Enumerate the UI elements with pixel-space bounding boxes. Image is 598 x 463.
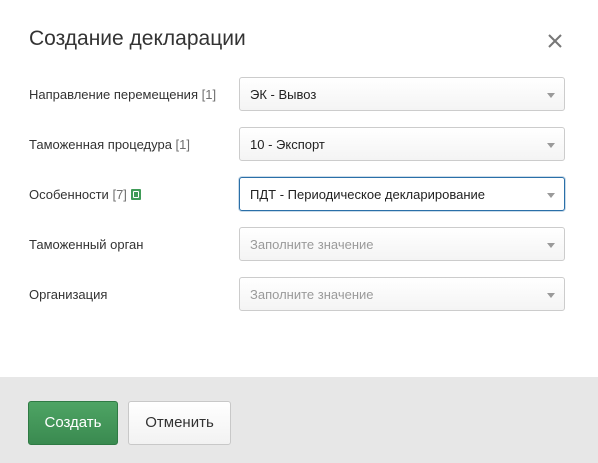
- features-select[interactable]: ПДТ - Периодическое декларирование: [239, 177, 565, 211]
- field-row-customs-office: Таможенный орган Заполните значение: [0, 227, 598, 261]
- field-row-features: Особенности [7] ПДТ - Периодическое декл…: [0, 177, 598, 211]
- help-icon[interactable]: [130, 189, 141, 200]
- chevron-down-icon: [547, 243, 555, 248]
- direction-select[interactable]: ЭК - Вывоз: [239, 77, 565, 111]
- field-count: [7]: [112, 187, 127, 202]
- chevron-down-icon: [547, 293, 555, 298]
- field-label-customs-office: Таможенный орган: [29, 237, 143, 252]
- field-row-direction: Направление перемещения [1] ЭК - Вывоз: [0, 77, 598, 111]
- select-placeholder: Заполните значение: [250, 237, 374, 252]
- field-label-direction: Направление перемещения [1]: [29, 87, 216, 102]
- select-value: ПДТ - Периодическое декларирование: [250, 187, 485, 202]
- field-row-organization: Организация Заполните значение: [0, 277, 598, 311]
- select-value: 10 - Экспорт: [250, 137, 325, 152]
- customs-office-select[interactable]: Заполните значение: [239, 227, 565, 261]
- field-label-text: Организация: [29, 287, 108, 302]
- close-icon[interactable]: [545, 31, 565, 51]
- create-button[interactable]: Создать: [28, 401, 118, 445]
- organization-select[interactable]: Заполните значение: [239, 277, 565, 311]
- field-count: [1]: [201, 87, 217, 102]
- field-label-text: Особенности: [29, 187, 109, 202]
- dialog-footer: Создать Отменить: [0, 377, 598, 463]
- chevron-down-icon: [547, 193, 555, 198]
- field-label-procedure: Таможенная процедура [1]: [29, 137, 190, 152]
- field-label-features: Особенности [7]: [29, 187, 141, 202]
- field-row-procedure: Таможенная процедура [1] 10 - Экспорт: [0, 127, 598, 161]
- field-label-text: Направление перемещения: [29, 87, 198, 102]
- field-label-organization: Организация: [29, 287, 107, 302]
- field-label-text: Таможенный орган: [29, 237, 144, 252]
- field-label-text: Таможенная процедура: [29, 137, 172, 152]
- create-declaration-dialog: Создание декларации Направление перемеще…: [0, 0, 598, 463]
- chevron-down-icon: [547, 93, 555, 98]
- field-count: [1]: [175, 137, 191, 152]
- cancel-button[interactable]: Отменить: [128, 401, 231, 445]
- select-value: ЭК - Вывоз: [250, 87, 317, 102]
- chevron-down-icon: [547, 143, 555, 148]
- procedure-select[interactable]: 10 - Экспорт: [239, 127, 565, 161]
- select-placeholder: Заполните значение: [250, 287, 374, 302]
- dialog-title: Создание декларации: [29, 27, 246, 50]
